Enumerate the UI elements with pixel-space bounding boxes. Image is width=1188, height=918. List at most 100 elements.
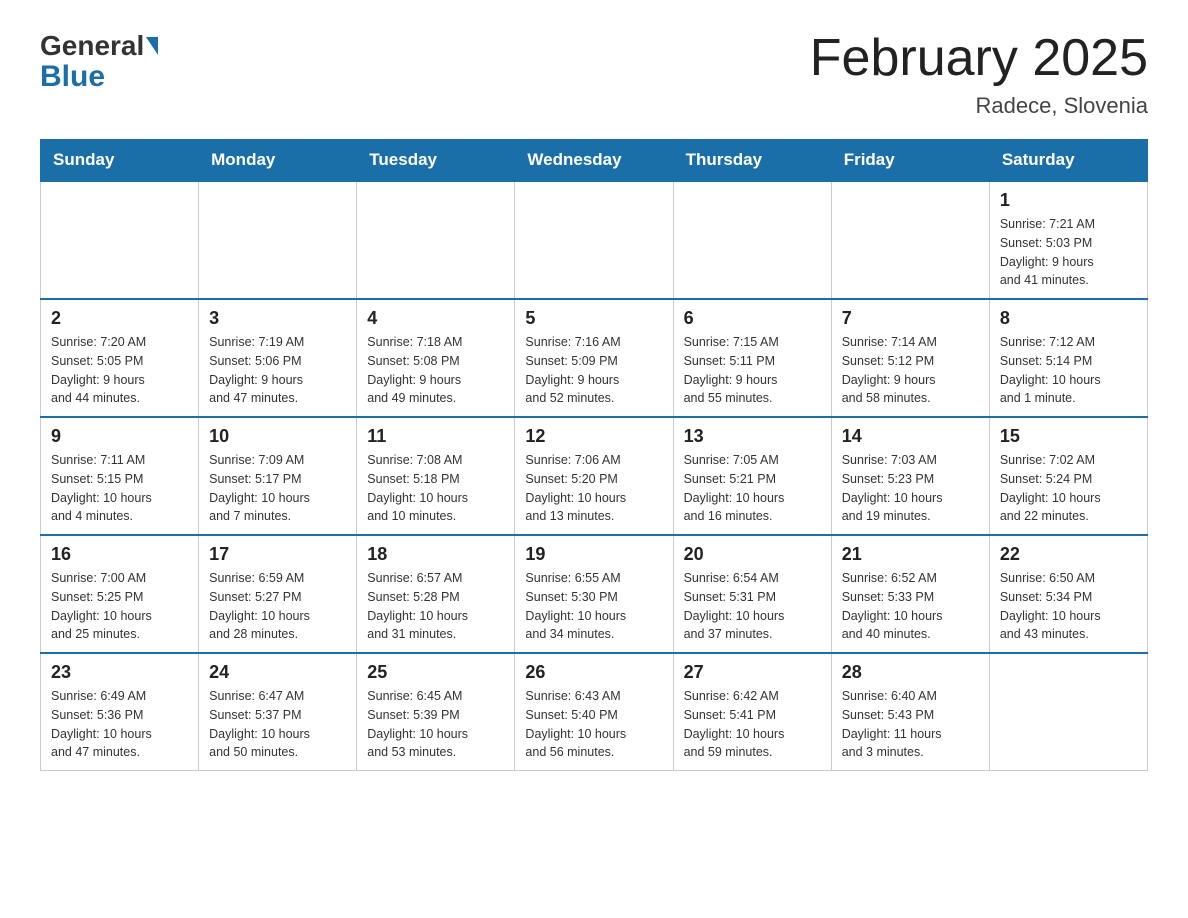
day-number: 23 (51, 662, 188, 683)
day-number: 11 (367, 426, 504, 447)
day-number: 13 (684, 426, 821, 447)
day-number: 25 (367, 662, 504, 683)
calendar-table: SundayMondayTuesdayWednesdayThursdayFrid… (40, 139, 1148, 771)
day-info: Sunrise: 7:21 AM Sunset: 5:03 PM Dayligh… (1000, 215, 1137, 290)
day-info: Sunrise: 7:12 AM Sunset: 5:14 PM Dayligh… (1000, 333, 1137, 408)
day-info: Sunrise: 7:11 AM Sunset: 5:15 PM Dayligh… (51, 451, 188, 526)
calendar-day-cell: 1 Sunrise: 7:21 AM Sunset: 5:03 PM Daylig… (989, 181, 1147, 299)
day-number: 5 (525, 308, 662, 329)
day-number: 24 (209, 662, 346, 683)
calendar-week-row: 16 Sunrise: 7:00 AM Sunset: 5:25 PM Dayli… (41, 535, 1148, 653)
calendar-week-row: 23 Sunrise: 6:49 AM Sunset: 5:36 PM Dayli… (41, 653, 1148, 771)
day-number: 19 (525, 544, 662, 565)
day-info: Sunrise: 7:20 AM Sunset: 5:05 PM Dayligh… (51, 333, 188, 408)
day-info: Sunrise: 7:19 AM Sunset: 5:06 PM Dayligh… (209, 333, 346, 408)
calendar-week-row: 9 Sunrise: 7:11 AM Sunset: 5:15 PM Daylig… (41, 417, 1148, 535)
day-number: 18 (367, 544, 504, 565)
calendar-day-cell: 13 Sunrise: 7:05 AM Sunset: 5:21 PM Dayli… (673, 417, 831, 535)
calendar-day-cell: 6 Sunrise: 7:15 AM Sunset: 5:11 PM Daylig… (673, 299, 831, 417)
calendar-day-cell: 28 Sunrise: 6:40 AM Sunset: 5:43 PM Dayli… (831, 653, 989, 771)
calendar-day-cell (831, 181, 989, 299)
calendar-day-cell: 9 Sunrise: 7:11 AM Sunset: 5:15 PM Daylig… (41, 417, 199, 535)
day-number: 4 (367, 308, 504, 329)
day-info: Sunrise: 6:52 AM Sunset: 5:33 PM Dayligh… (842, 569, 979, 644)
day-info: Sunrise: 7:16 AM Sunset: 5:09 PM Dayligh… (525, 333, 662, 408)
calendar-day-cell: 25 Sunrise: 6:45 AM Sunset: 5:39 PM Dayli… (357, 653, 515, 771)
calendar-day-cell: 26Sunrise: 6:43 AM Sunset: 5:40 PM Dayli… (515, 653, 673, 771)
calendar-day-cell (41, 181, 199, 299)
calendar-day-cell: 15 Sunrise: 7:02 AM Sunset: 5:24 PM Dayli… (989, 417, 1147, 535)
calendar-day-cell: 5 Sunrise: 7:16 AM Sunset: 5:09 PM Daylig… (515, 299, 673, 417)
calendar-day-cell: 4 Sunrise: 7:18 AM Sunset: 5:08 PM Daylig… (357, 299, 515, 417)
day-info: Sunrise: 6:54 AM Sunset: 5:31 PM Dayligh… (684, 569, 821, 644)
calendar-day-header: Wednesday (515, 140, 673, 182)
day-number: 6 (684, 308, 821, 329)
day-info: Sunrise: 6:40 AM Sunset: 5:43 PM Dayligh… (842, 687, 979, 762)
calendar-day-cell (989, 653, 1147, 771)
day-info: Sunrise: 6:59 AM Sunset: 5:27 PM Dayligh… (209, 569, 346, 644)
calendar-day-header: Tuesday (357, 140, 515, 182)
location-subtitle: Radece, Slovenia (810, 93, 1148, 119)
day-number: 27 (684, 662, 821, 683)
day-number: 2 (51, 308, 188, 329)
day-info: Sunrise: 7:02 AM Sunset: 5:24 PM Dayligh… (1000, 451, 1137, 526)
day-info: Sunrise: 6:42 AM Sunset: 5:41 PM Dayligh… (684, 687, 821, 762)
day-number: 1 (1000, 190, 1137, 211)
calendar-day-header: Monday (199, 140, 357, 182)
day-info: Sunrise: 6:45 AM Sunset: 5:39 PM Dayligh… (367, 687, 504, 762)
calendar-week-row: 1 Sunrise: 7:21 AM Sunset: 5:03 PM Daylig… (41, 181, 1148, 299)
calendar-day-cell (357, 181, 515, 299)
day-info: Sunrise: 7:06 AM Sunset: 5:20 PM Dayligh… (525, 451, 662, 526)
title-section: February 2025 Radece, Slovenia (810, 30, 1148, 119)
day-info: Sunrise: 6:57 AM Sunset: 5:28 PM Dayligh… (367, 569, 504, 644)
day-number: 9 (51, 426, 188, 447)
day-info: Sunrise: 7:18 AM Sunset: 5:08 PM Dayligh… (367, 333, 504, 408)
calendar-day-cell: 22 Sunrise: 6:50 AM Sunset: 5:34 PM Dayli… (989, 535, 1147, 653)
calendar-day-cell: 2 Sunrise: 7:20 AM Sunset: 5:05 PM Daylig… (41, 299, 199, 417)
logo-general-text: General (40, 30, 144, 62)
calendar-day-cell: 10Sunrise: 7:09 AM Sunset: 5:17 PM Dayli… (199, 417, 357, 535)
day-number: 10 (209, 426, 346, 447)
day-number: 28 (842, 662, 979, 683)
day-info: Sunrise: 6:55 AM Sunset: 5:30 PM Dayligh… (525, 569, 662, 644)
day-info: Sunrise: 7:00 AM Sunset: 5:25 PM Dayligh… (51, 569, 188, 644)
calendar-day-cell (673, 181, 831, 299)
calendar-day-cell (515, 181, 673, 299)
day-number: 21 (842, 544, 979, 565)
day-number: 3 (209, 308, 346, 329)
calendar-day-cell: 8Sunrise: 7:12 AM Sunset: 5:14 PM Daylig… (989, 299, 1147, 417)
day-info: Sunrise: 7:08 AM Sunset: 5:18 PM Dayligh… (367, 451, 504, 526)
logo-arrow-icon (146, 37, 158, 55)
page-title: February 2025 (810, 30, 1148, 87)
calendar-day-cell: 27 Sunrise: 6:42 AM Sunset: 5:41 PM Dayli… (673, 653, 831, 771)
calendar-day-cell: 11 Sunrise: 7:08 AM Sunset: 5:18 PM Dayli… (357, 417, 515, 535)
calendar-day-cell: 18 Sunrise: 6:57 AM Sunset: 5:28 PM Dayli… (357, 535, 515, 653)
logo-blue-text: Blue (40, 62, 105, 92)
day-number: 15 (1000, 426, 1137, 447)
day-number: 7 (842, 308, 979, 329)
calendar-day-header: Friday (831, 140, 989, 182)
day-info: Sunrise: 6:50 AM Sunset: 5:34 PM Dayligh… (1000, 569, 1137, 644)
day-info: Sunrise: 6:43 AM Sunset: 5:40 PM Dayligh… (525, 687, 662, 762)
calendar-day-header: Thursday (673, 140, 831, 182)
day-number: 16 (51, 544, 188, 565)
day-number: 20 (684, 544, 821, 565)
day-number: 22 (1000, 544, 1137, 565)
calendar-day-header: Saturday (989, 140, 1147, 182)
calendar-week-row: 2 Sunrise: 7:20 AM Sunset: 5:05 PM Daylig… (41, 299, 1148, 417)
calendar-day-cell: 20 Sunrise: 6:54 AM Sunset: 5:31 PM Dayli… (673, 535, 831, 653)
calendar-day-cell: 3 Sunrise: 7:19 AM Sunset: 5:06 PM Daylig… (199, 299, 357, 417)
logo: General Blue (40, 30, 160, 92)
day-info: Sunrise: 6:49 AM Sunset: 5:36 PM Dayligh… (51, 687, 188, 762)
page-header: General Blue February 2025 Radece, Slove… (40, 30, 1148, 119)
calendar-day-cell: 7 Sunrise: 7:14 AM Sunset: 5:12 PM Daylig… (831, 299, 989, 417)
day-info: Sunrise: 7:14 AM Sunset: 5:12 PM Dayligh… (842, 333, 979, 408)
calendar-day-cell: 24Sunrise: 6:47 AM Sunset: 5:37 PM Dayli… (199, 653, 357, 771)
day-info: Sunrise: 7:05 AM Sunset: 5:21 PM Dayligh… (684, 451, 821, 526)
calendar-day-cell: 12Sunrise: 7:06 AM Sunset: 5:20 PM Dayli… (515, 417, 673, 535)
calendar-day-cell: 19 Sunrise: 6:55 AM Sunset: 5:30 PM Dayli… (515, 535, 673, 653)
calendar-day-cell: 14Sunrise: 7:03 AM Sunset: 5:23 PM Dayli… (831, 417, 989, 535)
day-info: Sunrise: 7:03 AM Sunset: 5:23 PM Dayligh… (842, 451, 979, 526)
day-info: Sunrise: 7:15 AM Sunset: 5:11 PM Dayligh… (684, 333, 821, 408)
calendar-day-cell: 21 Sunrise: 6:52 AM Sunset: 5:33 PM Dayli… (831, 535, 989, 653)
